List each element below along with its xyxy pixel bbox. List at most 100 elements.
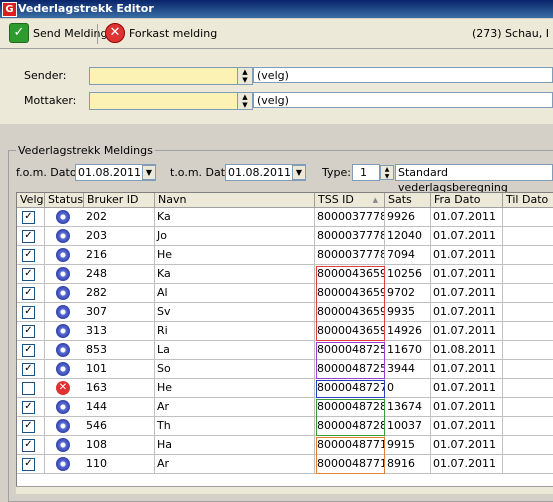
status-cell <box>17 246 84 265</box>
til-cell <box>503 246 553 265</box>
tss-cell: 80000436591 <box>315 284 385 303</box>
navn-cell: Sv <box>155 303 315 322</box>
tss-cell: 80000487284 <box>315 398 385 417</box>
table-row[interactable]: ✓313Ri800004365911492601.07.2011 <box>17 322 553 341</box>
sats-cell: 11670 <box>385 341 431 360</box>
bruker-cell: 101 <box>84 360 155 379</box>
receiver-spinner[interactable]: ▲ ▼ <box>237 92 253 110</box>
tss-cell: 80000487719 <box>315 436 385 455</box>
tss-cell: 80000436591 <box>315 322 385 341</box>
fra-cell: 01.07.2011 <box>431 303 503 322</box>
navn-cell: Ri <box>155 322 315 341</box>
navn-cell: So <box>155 360 315 379</box>
table-row[interactable]: ✓216He80000377783709401.07.2011 <box>17 246 553 265</box>
til-cell <box>503 417 553 436</box>
navn-cell: La <box>155 341 315 360</box>
table-row[interactable]: ✓108Ha80000487719991501.07.2011 <box>17 436 553 455</box>
column-header[interactable]: Navn <box>155 193 315 208</box>
send-message-button[interactable]: ✓ Send Melding <box>6 22 111 44</box>
sender-field[interactable] <box>89 67 239 85</box>
gear-status-icon <box>56 267 70 281</box>
table-row[interactable]: ✓101So80000487252394401.07.2011 <box>17 360 553 379</box>
from-date-label: f.o.m. Dato: <box>16 166 81 179</box>
bruker-cell: 313 <box>84 322 155 341</box>
toolbar: ✓ Send Melding ✕ Forkast melding (273) S… <box>0 19 553 49</box>
bruker-cell: 853 <box>84 341 155 360</box>
table-row[interactable]: ✓144Ar800004872841367401.07.2011 <box>17 398 553 417</box>
sender-spinner[interactable]: ▲ ▼ <box>237 67 253 85</box>
fra-cell: 01.07.2011 <box>431 360 503 379</box>
navn-cell: Ar <box>155 398 315 417</box>
tss-cell: 80000487284 <box>315 417 385 436</box>
discard-message-button[interactable]: ✕ Forkast melding <box>102 22 220 44</box>
bruker-cell: 216 <box>84 246 155 265</box>
table-row[interactable]: ✓203Jo800003777831204001.07.2011 <box>17 227 553 246</box>
bruker-cell: 546 <box>84 417 155 436</box>
status-cell <box>17 303 84 322</box>
type-spinner[interactable]: ▲ ▼ <box>380 165 394 180</box>
receiver-field[interactable] <box>89 92 239 110</box>
table-row[interactable]: ✓248Ka800004365911025601.07.2011 <box>17 265 553 284</box>
column-header[interactable]: Status <box>45 193 84 208</box>
status-cell: ✕ <box>17 379 84 398</box>
table-row[interactable]: ✓307Sv80000436591993501.07.2011 <box>17 303 553 322</box>
gear-status-icon <box>56 419 70 433</box>
fra-cell: 01.07.2011 <box>431 246 503 265</box>
error-status-icon: ✕ <box>56 381 70 395</box>
sats-cell: 3944 <box>385 360 431 379</box>
gear-status-icon <box>56 229 70 243</box>
current-user: (273) Schau, I <box>471 27 549 40</box>
bruker-cell: 110 <box>84 455 155 474</box>
til-cell <box>503 360 553 379</box>
column-header[interactable]: Bruker ID <box>84 193 155 208</box>
gear-status-icon <box>56 362 70 376</box>
discard-icon: ✕ <box>105 23 125 43</box>
gear-status-icon <box>56 210 70 224</box>
navn-cell: He <box>155 379 315 398</box>
table-row[interactable]: ✓202Ka80000377783992601.07.2011 <box>17 208 553 227</box>
messages-table: Velg Status Bruker ID Navn TSS ID ▲ Sats Fra Da… <box>16 192 553 486</box>
table-row[interactable]: ✓110Ar80000487719891601.07.2011 <box>17 455 553 474</box>
table-row[interactable]: ✕ 163He80000487277001.07.2011 <box>17 379 553 398</box>
til-cell <box>503 227 553 246</box>
navn-cell: Ha <box>155 436 315 455</box>
til-cell <box>503 322 553 341</box>
fra-cell: 01.08.2011 <box>431 341 503 360</box>
column-header[interactable]: Sats <box>385 193 431 208</box>
gear-status-icon <box>56 305 70 319</box>
navn-cell: Al <box>155 284 315 303</box>
table-row[interactable]: ✓546Th800004872841003701.07.2011 <box>17 417 553 436</box>
bruker-cell: 144 <box>84 398 155 417</box>
fra-cell: 01.07.2011 <box>431 208 503 227</box>
toolbar-separator <box>97 24 98 44</box>
from-date-dropdown-icon[interactable]: ▼ <box>142 165 156 180</box>
tss-cell: 80000487252 <box>315 341 385 360</box>
column-header[interactable]: Velg <box>17 193 45 208</box>
sats-cell: 13674 <box>385 398 431 417</box>
status-cell <box>17 322 84 341</box>
tss-cell: 80000436591 <box>315 303 385 322</box>
navn-cell: He <box>155 246 315 265</box>
table-row[interactable]: ✓853La800004872521167001.08.2011 <box>17 341 553 360</box>
til-cell <box>503 455 553 474</box>
table-row[interactable]: ✓282Al80000436591970201.07.2011 <box>17 284 553 303</box>
column-header[interactable]: Til Dato <box>503 193 553 208</box>
column-header[interactable]: Fra Dato <box>431 193 503 208</box>
sats-cell: 7094 <box>385 246 431 265</box>
to-date-dropdown-icon[interactable]: ▼ <box>292 165 306 180</box>
status-cell <box>17 284 84 303</box>
column-header[interactable]: TSS ID ▲ <box>315 193 385 208</box>
sender-value[interactable]: (velg) <box>253 67 553 83</box>
bruker-cell: 307 <box>84 303 155 322</box>
type-input[interactable]: 1 <box>352 164 380 181</box>
fra-cell: 01.07.2011 <box>431 265 503 284</box>
navn-cell: Ka <box>155 265 315 284</box>
receiver-value[interactable]: (velg) <box>253 92 553 108</box>
tss-cell: 80000487252 <box>315 360 385 379</box>
sats-cell: 10256 <box>385 265 431 284</box>
app-icon: G <box>2 2 17 17</box>
sats-cell: 9935 <box>385 303 431 322</box>
gear-status-icon <box>56 343 70 357</box>
til-cell <box>503 436 553 455</box>
gear-status-icon <box>56 400 70 414</box>
